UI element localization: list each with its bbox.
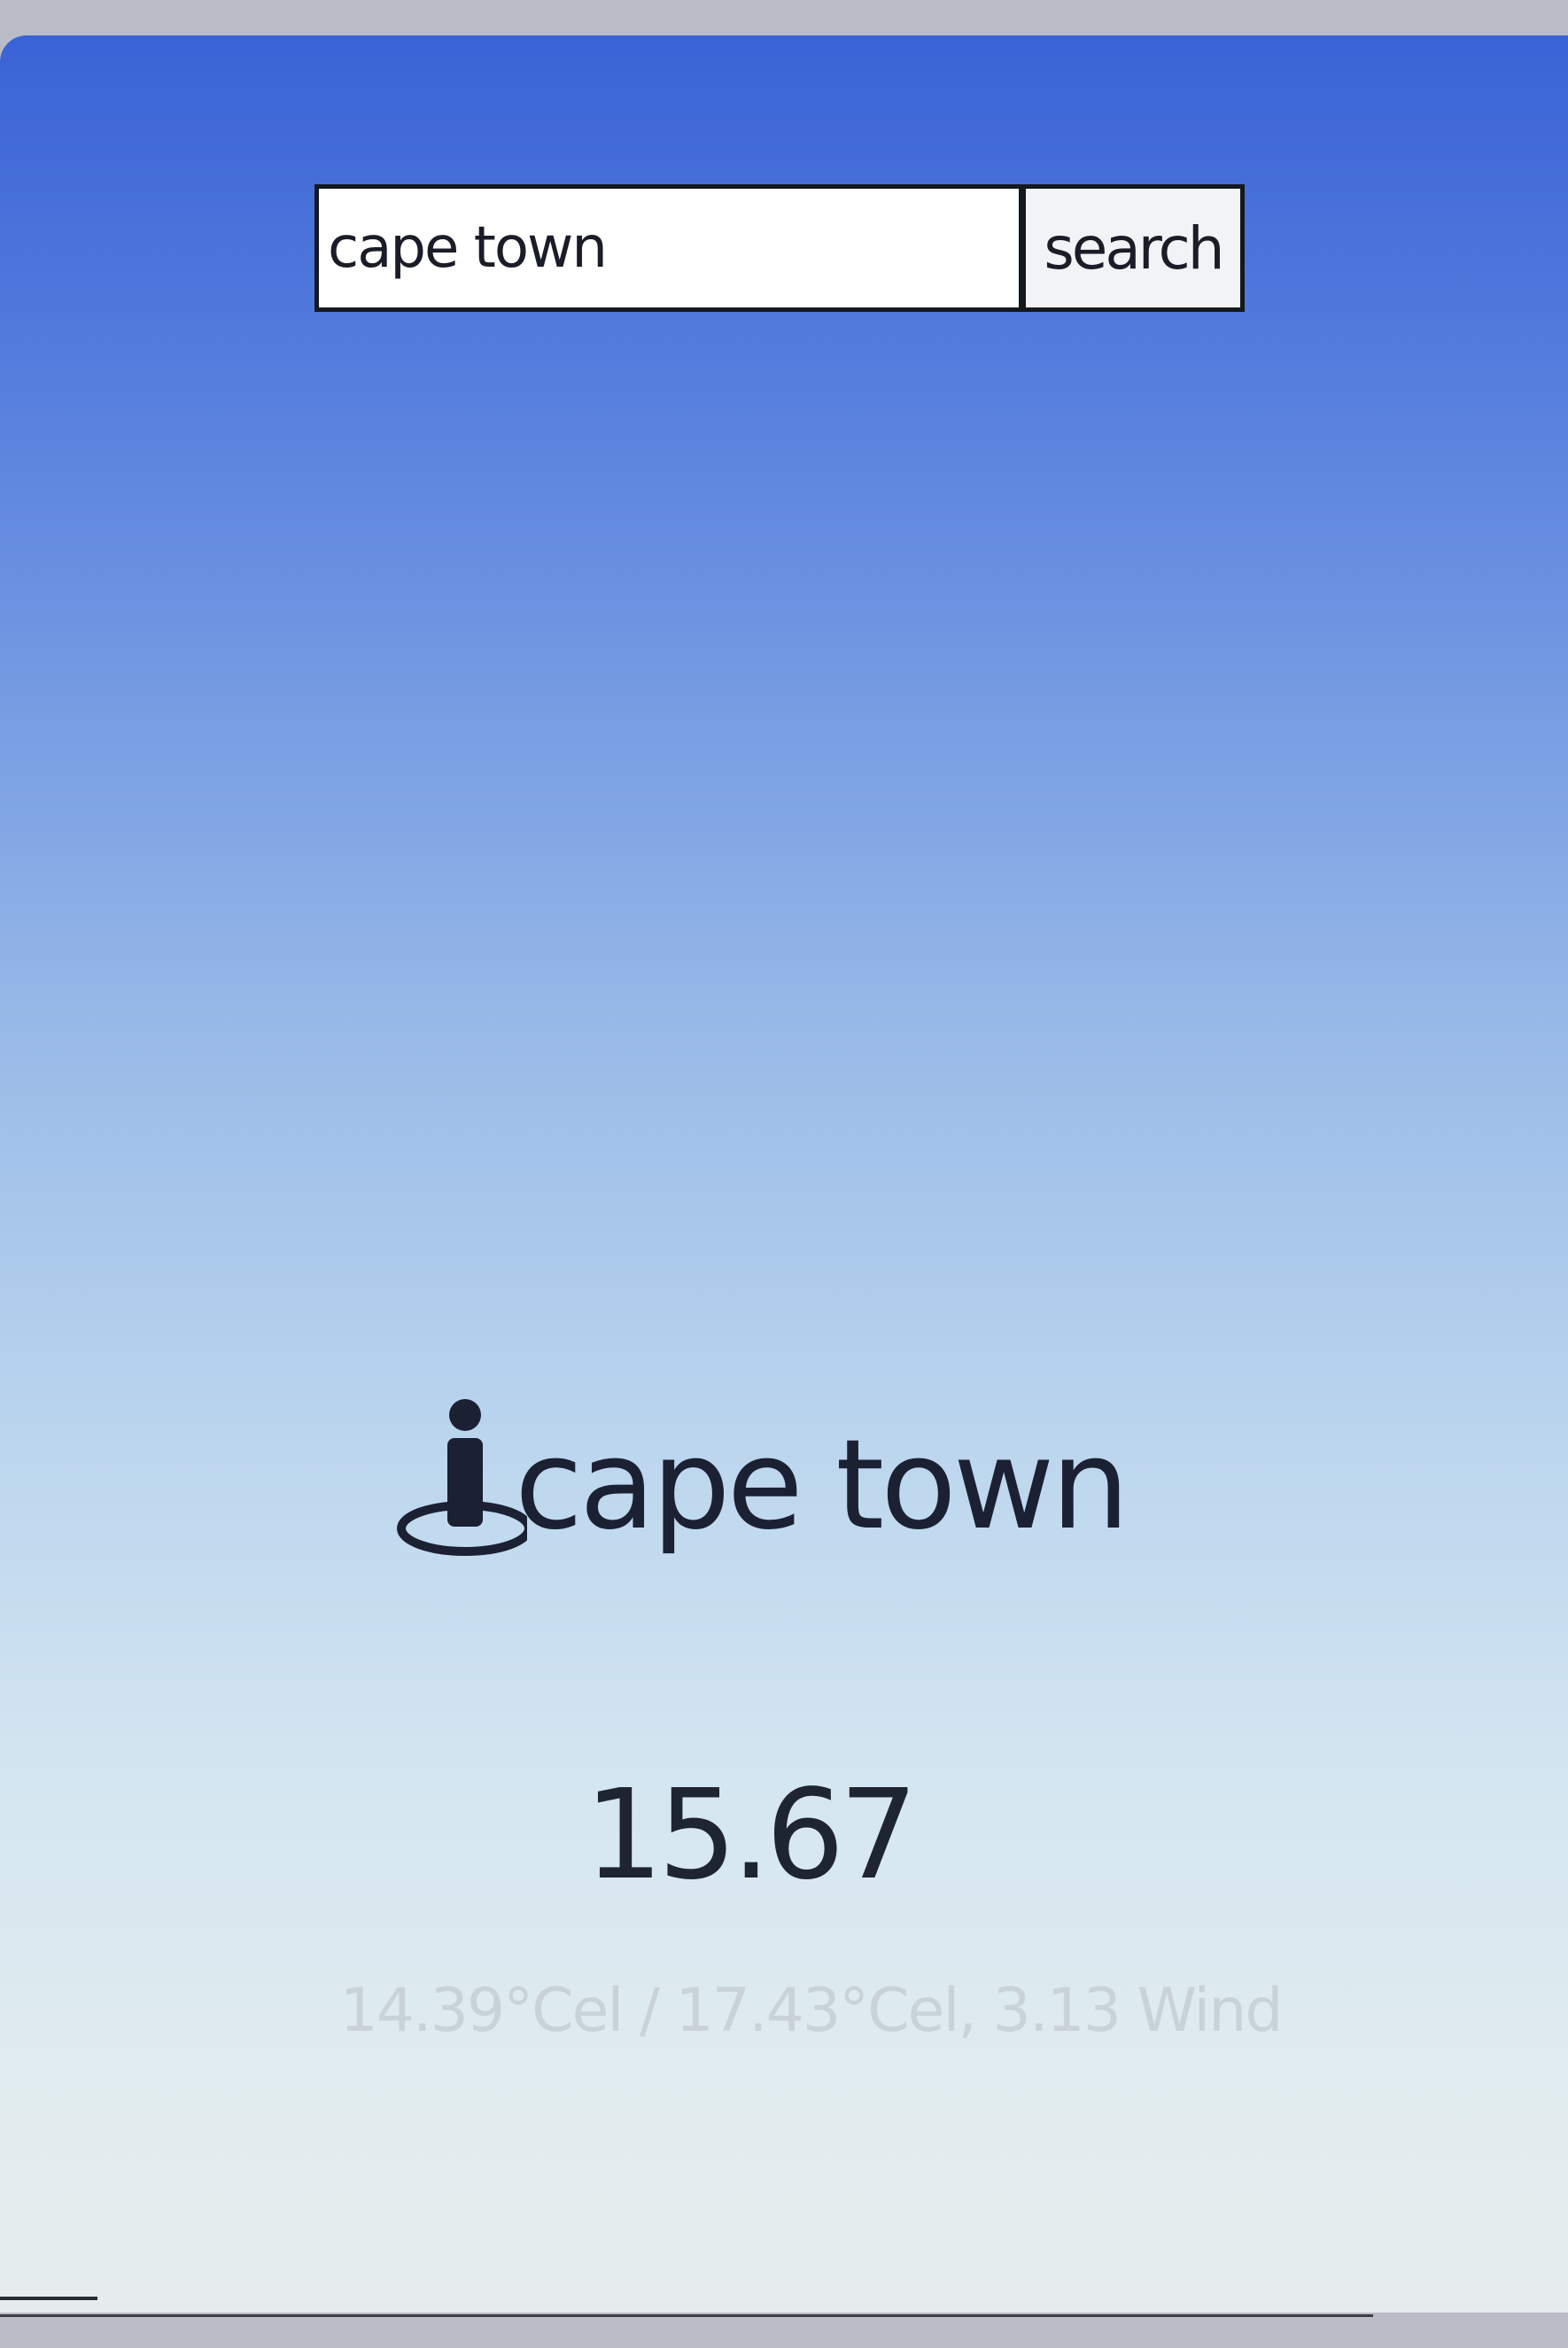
weather-details: 14.39°Cel / 17.43°Cel, 3.13 Wind [339, 1976, 1283, 2046]
search-bar: search [314, 184, 1245, 312]
location-name: cape town [515, 1413, 1129, 1558]
search-input[interactable] [314, 184, 1023, 312]
bottom-divider [0, 2314, 1373, 2317]
street-view-icon [397, 1399, 527, 1556]
weather-app-screen: search cape town 15.67 14.39°Cel / 17.43… [0, 35, 1568, 2313]
location-heading: cape town [385, 1396, 1129, 1573]
bottom-divider-left [0, 2297, 97, 2300]
search-button[interactable]: search [1023, 184, 1245, 312]
temperature-value: 15.67 [584, 1763, 919, 1908]
